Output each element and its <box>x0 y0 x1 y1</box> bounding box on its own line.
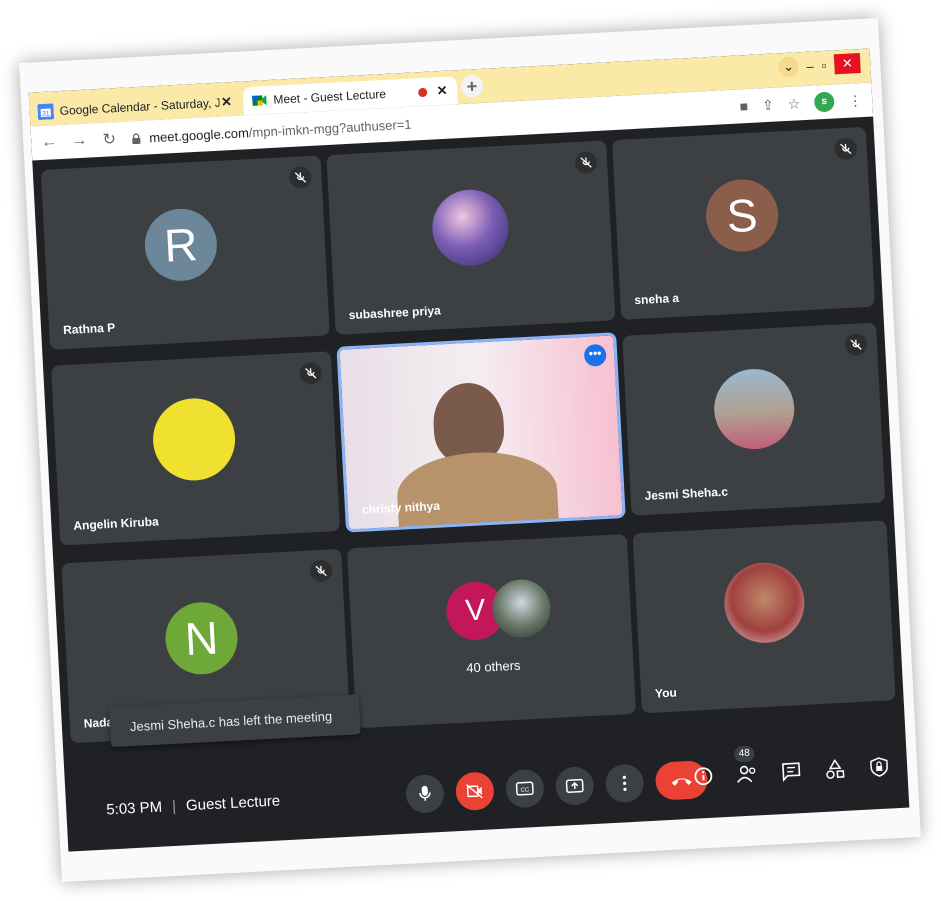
avatar-initial: V <box>464 593 487 628</box>
participant-tile[interactable]: S sneha a <box>611 126 876 320</box>
url-path: /mpn-imkn-mgg?authuser=1 <box>248 116 412 140</box>
present-screen-icon <box>565 778 584 794</box>
people-button[interactable]: 48 <box>733 745 760 786</box>
reload-icon[interactable]: ↻ <box>97 129 122 150</box>
meet-icon <box>251 92 268 109</box>
mic-off-icon <box>299 361 323 385</box>
meeting-info: 5:03 PM | Guest Lecture <box>106 792 281 818</box>
camera-in-use-icon[interactable]: ■ <box>739 98 748 114</box>
avatar: S <box>704 177 780 254</box>
meeting-tools: 48 <box>691 745 892 789</box>
more-options-icon[interactable]: ••• <box>583 343 607 367</box>
mic-off-icon <box>288 165 313 190</box>
mic-off-icon <box>574 150 598 175</box>
lock-icon <box>132 132 141 144</box>
participant-name: subashree priya <box>348 303 442 323</box>
activities-icon <box>826 758 845 779</box>
avatar: R <box>143 207 219 283</box>
calendar-icon: 31 <box>37 103 55 121</box>
participant-name: Jesmi Sheha.c <box>644 484 729 503</box>
participant-tile[interactable]: Angelin Kiruba <box>51 351 341 546</box>
bookmark-star-icon[interactable]: ☆ <box>787 95 800 113</box>
person-body <box>395 448 560 533</box>
window-close-icon[interactable]: ✕ <box>833 53 861 75</box>
chat-icon <box>782 762 801 783</box>
self-tile[interactable]: You <box>632 520 896 714</box>
avatar-initial: N <box>183 611 220 666</box>
screenshot-photo-frame: 31 Google Calendar - Saturday, Janu ✕ Me… <box>19 18 921 882</box>
people-icon <box>737 765 756 783</box>
mic-off-icon <box>834 137 858 161</box>
captions-icon: CC <box>515 781 534 796</box>
participant-grid: R Rathna P subashree priya S sneha a Ang… <box>40 126 897 765</box>
tab-title: Meet - Guest Lecture <box>273 86 387 107</box>
avatar-photo <box>712 367 797 452</box>
participant-name: Angelin Kiruba <box>73 514 160 533</box>
people-count-badge: 48 <box>733 745 755 763</box>
camera-off-button[interactable] <box>454 771 495 812</box>
call-controls: CC <box>404 760 709 814</box>
activities-button[interactable] <box>823 757 848 782</box>
tab-search-chevron-icon[interactable]: ⌄ <box>778 56 800 78</box>
window-controls: ⌄ – ▫ ✕ <box>778 53 861 78</box>
meeting-title: Guest Lecture <box>185 792 281 815</box>
avatar-initial: R <box>162 218 199 272</box>
share-icon[interactable]: ⇪ <box>762 96 775 114</box>
others-count: 40 others <box>465 657 521 676</box>
svg-text:CC: CC <box>520 787 530 793</box>
maximize-icon[interactable]: ▫ <box>821 57 826 72</box>
participant-tile-active[interactable]: ••• christy nithya <box>336 332 626 533</box>
avatar <box>150 396 238 483</box>
info-icon <box>694 767 713 786</box>
minimize-icon[interactable]: – <box>806 58 814 73</box>
profile-avatar[interactable]: s <box>813 91 835 113</box>
shield-lock-icon <box>870 757 888 777</box>
browser-menu-icon[interactable]: ⋮ <box>848 92 863 110</box>
tab-close-icon[interactable]: ✕ <box>219 94 234 111</box>
meeting-details-button[interactable] <box>691 764 716 789</box>
new-tab-button[interactable]: + <box>460 74 484 98</box>
tab-close-icon[interactable]: ✕ <box>435 83 450 100</box>
tab-title: Google Calendar - Saturday, Janu <box>59 95 220 118</box>
meeting-time: 5:03 PM <box>105 798 163 819</box>
url-host: meet.google.com <box>148 124 250 145</box>
avatar-photo <box>490 578 552 640</box>
svg-text:31: 31 <box>42 111 50 118</box>
mic-off-icon <box>309 559 333 583</box>
participant-tile[interactable]: subashree priya <box>326 140 616 335</box>
microphone-icon <box>419 785 431 801</box>
avatar: N <box>163 600 240 677</box>
back-icon[interactable]: ← <box>37 133 62 152</box>
browser-window: 31 Google Calendar - Saturday, Janu ✕ Me… <box>28 48 910 852</box>
microphone-button[interactable] <box>404 773 445 814</box>
more-vert-icon <box>622 775 627 791</box>
more-options-button[interactable] <box>604 763 645 804</box>
others-tile[interactable]: V 40 others <box>346 533 637 729</box>
forward-icon[interactable]: → <box>67 131 92 150</box>
separator: | <box>171 797 177 816</box>
avatar-photo <box>430 187 511 268</box>
present-button[interactable] <box>554 766 595 806</box>
participant-tile[interactable]: Jesmi Sheha.c <box>622 322 886 516</box>
participant-name: sneha a <box>634 290 680 308</box>
camera-off-icon <box>466 784 483 799</box>
participant-name: You <box>654 685 678 701</box>
host-controls-button[interactable] <box>867 754 892 779</box>
participant-name: Rathna P <box>62 320 116 338</box>
toolbar-actions: ■ ⇪ ☆ s ⋮ <box>739 90 863 116</box>
participant-tile[interactable]: R Rathna P <box>40 155 330 350</box>
end-call-icon <box>671 778 692 786</box>
chat-button[interactable] <box>779 759 804 784</box>
mic-off-icon <box>844 333 868 357</box>
recording-indicator-icon <box>417 87 428 97</box>
avatar-photo <box>722 560 807 645</box>
avatar-initial: S <box>725 188 759 243</box>
captions-button[interactable]: CC <box>504 768 545 809</box>
